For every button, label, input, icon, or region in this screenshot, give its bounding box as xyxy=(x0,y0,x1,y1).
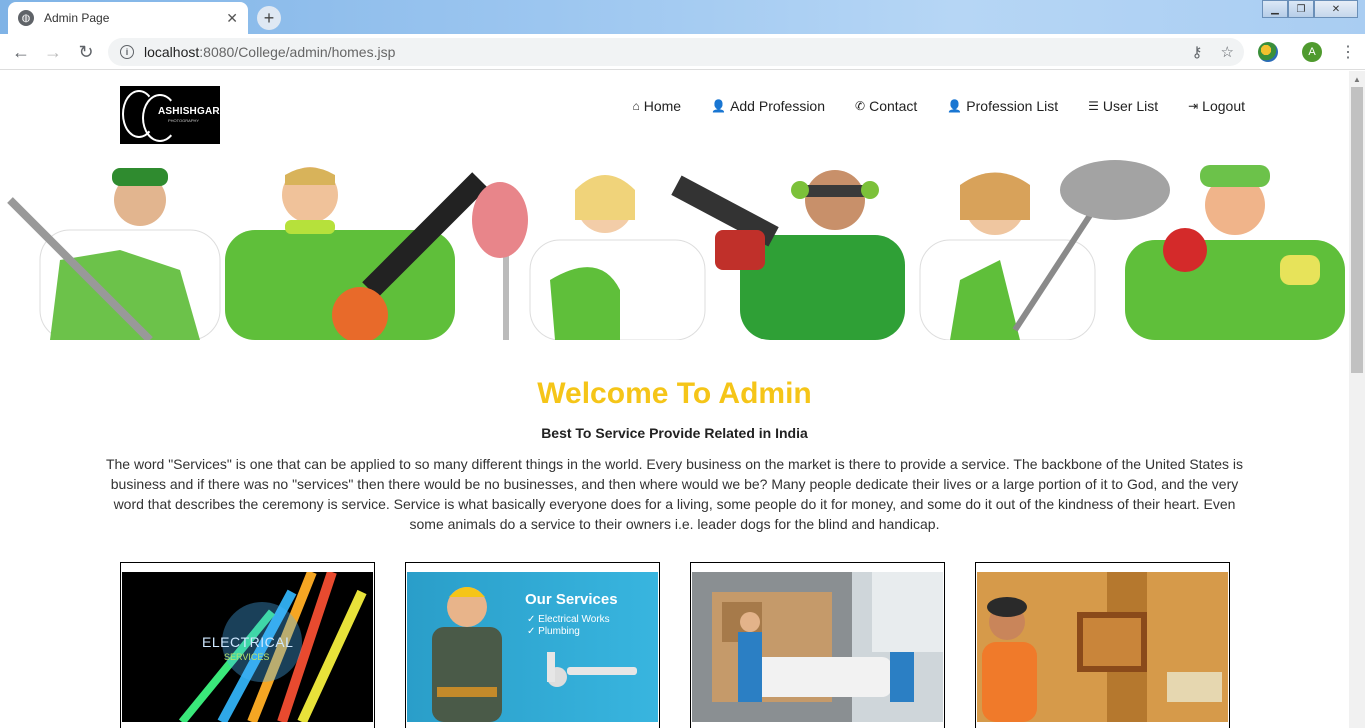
service-card[interactable] xyxy=(975,562,1230,728)
browser-toolbar: ← → ↻ i localhost:8080/College/admin/hom… xyxy=(0,34,1365,70)
service-card[interactable]: ELECTRICAL SERVICES xyxy=(120,562,375,728)
window-close-button[interactable]: ✕ xyxy=(1314,0,1358,18)
nav-label: Logout xyxy=(1202,98,1245,114)
forward-icon[interactable]: → xyxy=(42,41,64,63)
scrollbar-thumb[interactable] xyxy=(1351,87,1363,373)
worker-figure xyxy=(7,168,221,340)
close-tab-icon[interactable]: ✕ xyxy=(226,10,238,27)
worker-figure xyxy=(671,170,905,340)
card-subtitle: SERVICES xyxy=(224,652,270,662)
tagline: Best To Service Provide Related in India xyxy=(541,425,808,441)
restore-button[interactable]: ❐ xyxy=(1288,0,1314,18)
minimize-button[interactable]: ▁ xyxy=(1262,0,1288,18)
reload-icon[interactable]: ↻ xyxy=(75,41,97,63)
electrical-services-image: ELECTRICAL SERVICES xyxy=(122,572,373,722)
browser-menu-icon[interactable]: ⋮ xyxy=(1340,42,1356,62)
painter-graphic xyxy=(977,572,1228,722)
url-text: localhost:8080/College/admin/homes.jsp xyxy=(144,44,395,60)
nav-label: Add Profession xyxy=(730,98,826,114)
browser-tab[interactable]: ◍ Admin Page ✕ xyxy=(8,2,248,34)
nav-label: Contact xyxy=(869,98,918,114)
nav-label: Home xyxy=(643,98,682,114)
omnibox-actions: ⚷ ☆ xyxy=(1192,43,1234,61)
address-bar[interactable]: i localhost:8080/College/admin/homes.jsp… xyxy=(108,38,1244,66)
profile-avatar[interactable]: A xyxy=(1302,42,1322,62)
main-nav: ⌂ Home 👤 Add Profession ✆ Contact 👤 Professi… xyxy=(633,98,1246,114)
star-icon[interactable]: ☆ xyxy=(1221,43,1234,61)
list-icon: ☰ xyxy=(1088,99,1099,113)
vertical-scrollbar[interactable]: ▲ xyxy=(1349,71,1365,728)
tab-title: Admin Page xyxy=(44,11,110,25)
card-title: ELECTRICAL xyxy=(202,634,294,650)
worker-figure xyxy=(472,175,706,340)
nav-contact[interactable]: ✆ Contact xyxy=(855,98,917,114)
banner-illustration xyxy=(7,160,1345,340)
hero-banner-image xyxy=(0,160,1349,340)
card-line: ✓ Electrical Works xyxy=(527,614,610,625)
nav-user-list[interactable]: ☰ User List xyxy=(1088,98,1158,114)
page-viewport: ASHISHGARG PHOTOGRAPHY ⌂Home 👤Add Profes… xyxy=(0,71,1349,728)
home-icon: ⌂ xyxy=(632,99,640,113)
info-icon[interactable]: i xyxy=(120,45,134,59)
site-logo[interactable]: ASHISHGARG PHOTOGRAPHY xyxy=(120,86,220,144)
browser-tab-bar: ◍ Admin Page ✕ + ▁ ❐ ✕ xyxy=(0,0,1365,34)
nav-logout[interactable]: ⇥ Logout xyxy=(1188,98,1245,114)
welcome-heading: Welcome To Admin xyxy=(537,377,812,410)
extension-icon[interactable] xyxy=(1258,42,1278,62)
url-path: :8080/College/admin/homes.jsp xyxy=(199,44,396,60)
our-services-image: Our Services ✓ Electrical Works ✓ Plumbi… xyxy=(407,572,658,722)
globe-icon: ◍ xyxy=(18,10,34,26)
movers-graphic xyxy=(692,572,943,722)
phone-icon: ✆ xyxy=(855,99,866,113)
worker-figure xyxy=(225,167,488,340)
new-tab-button[interactable]: + xyxy=(257,6,281,30)
key-icon[interactable]: ⚷ xyxy=(1192,43,1203,61)
logout-icon: ⇥ xyxy=(1188,99,1199,113)
nav-profession-list[interactable]: 👤 Profession List xyxy=(947,98,1058,114)
nav-add-profession[interactable]: 👤 Add Profession xyxy=(711,98,825,114)
logo-brand-text: ASHISHGARG xyxy=(158,106,220,117)
service-card[interactable] xyxy=(690,562,945,728)
scroll-up-icon[interactable]: ▲ xyxy=(1353,75,1361,84)
card-line: ✓ Plumbing xyxy=(527,626,580,637)
movers-image xyxy=(692,572,943,722)
nav-label: Profession List xyxy=(966,98,1059,114)
url-host: localhost xyxy=(144,44,200,60)
intro-paragraph: The word "Services" is one that can be a… xyxy=(105,456,1244,532)
painter-image xyxy=(977,572,1228,722)
window-controls: ▁ ❐ ✕ xyxy=(1262,0,1358,18)
card-title: Our Services xyxy=(525,591,618,608)
user-icon: 👤 xyxy=(711,99,727,113)
back-icon[interactable]: ← xyxy=(10,41,32,63)
logo-sub-text: PHOTOGRAPHY xyxy=(168,118,200,123)
nav-label: User List xyxy=(1102,98,1159,114)
service-card[interactable]: Our Services ✓ Electrical Works ✓ Plumbi… xyxy=(405,562,660,728)
user-icon: 👤 xyxy=(947,99,963,113)
nav-home[interactable]: ⌂ Home xyxy=(633,98,682,114)
